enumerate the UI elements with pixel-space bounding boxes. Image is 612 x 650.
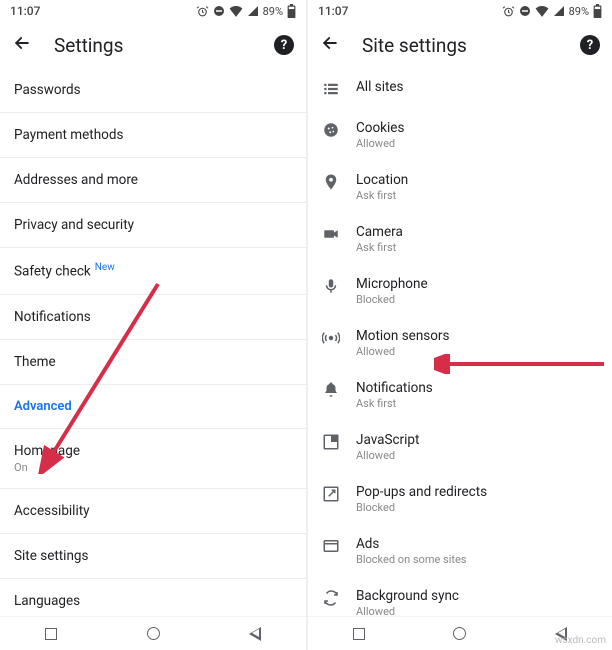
dnd-icon: [519, 5, 531, 17]
row-addresses[interactable]: Addresses and more: [0, 158, 306, 203]
header: Site settings ?: [308, 22, 612, 68]
row-location[interactable]: LocationAsk first: [308, 161, 612, 213]
nav-bar: [0, 616, 306, 650]
settings-screen: 11:07 89% Settings ? Passwords Payment m…: [0, 0, 306, 650]
help-icon[interactable]: ?: [274, 35, 294, 55]
dnd-icon: [213, 5, 225, 17]
row-camera[interactable]: CameraAsk first: [308, 213, 612, 265]
ads-icon: [322, 536, 356, 555]
row-passwords[interactable]: Passwords: [0, 68, 306, 113]
site-settings-screen: 11:07 89% Site settings ? All sites Cook…: [306, 0, 612, 650]
row-cookies[interactable]: CookiesAllowed: [308, 109, 612, 161]
row-theme[interactable]: Theme: [0, 340, 306, 385]
battery-icon: [287, 4, 296, 18]
row-microphone[interactable]: MicrophoneBlocked: [308, 265, 612, 317]
status-bar: 11:07 89%: [0, 0, 306, 22]
watermark: wsxdn.com: [555, 635, 606, 646]
row-all-sites[interactable]: All sites: [308, 68, 612, 109]
list-icon: [322, 79, 356, 98]
cookie-icon: [322, 120, 356, 139]
alarm-icon: [502, 5, 515, 18]
section-advanced: Advanced: [0, 385, 306, 429]
page-title: Settings: [54, 34, 123, 57]
row-homepage[interactable]: HomepageOn: [0, 429, 306, 489]
header: Settings ?: [0, 22, 306, 68]
page-title: Site settings: [362, 34, 467, 57]
row-site-settings[interactable]: Site settings: [0, 534, 306, 579]
battery-icon: [593, 4, 602, 18]
row-safety-check[interactable]: Safety checkNew: [0, 248, 306, 295]
cell-icon: [247, 5, 259, 17]
row-notifications[interactable]: NotificationsAsk first: [308, 369, 612, 421]
nav-recent-icon[interactable]: [42, 625, 60, 643]
row-notifications[interactable]: Notifications: [0, 295, 306, 340]
battery-pct: 89%: [263, 5, 283, 18]
row-javascript[interactable]: JavaScriptAllowed: [308, 421, 612, 473]
mic-icon: [322, 276, 356, 295]
camera-icon: [322, 224, 356, 243]
site-settings-list: All sites CookiesAllowed LocationAsk fir…: [308, 68, 612, 650]
battery-pct: 89%: [569, 5, 589, 18]
row-privacy-security[interactable]: Privacy and security: [0, 203, 306, 248]
row-ads[interactable]: AdsBlocked on some sites: [308, 525, 612, 577]
back-icon[interactable]: [320, 33, 340, 57]
location-icon: [322, 172, 356, 191]
alarm-icon: [196, 5, 209, 18]
new-badge: New: [95, 262, 115, 273]
settings-list: Passwords Payment methods Addresses and …: [0, 68, 306, 650]
row-popups[interactable]: Pop-ups and redirectsBlocked: [308, 473, 612, 525]
row-accessibility[interactable]: Accessibility: [0, 489, 306, 534]
nav-home-icon[interactable]: [144, 625, 162, 643]
popup-icon: [322, 484, 356, 503]
status-time: 11:07: [10, 4, 40, 18]
js-icon: [322, 432, 356, 451]
row-payment-methods[interactable]: Payment methods: [0, 113, 306, 158]
sync-icon: [322, 588, 356, 607]
wifi-icon: [535, 5, 549, 17]
row-motion-sensors[interactable]: Motion sensorsAllowed: [308, 317, 612, 369]
status-time: 11:07: [318, 4, 348, 18]
motion-icon: [322, 328, 356, 347]
bell-icon: [322, 380, 356, 399]
nav-recent-icon[interactable]: [350, 625, 368, 643]
status-bar: 11:07 89%: [308, 0, 612, 22]
nav-home-icon[interactable]: [451, 625, 469, 643]
back-icon[interactable]: [12, 33, 32, 57]
cell-icon: [553, 5, 565, 17]
nav-back-icon[interactable]: [246, 625, 264, 643]
wifi-icon: [229, 5, 243, 17]
help-icon[interactable]: ?: [580, 35, 600, 55]
